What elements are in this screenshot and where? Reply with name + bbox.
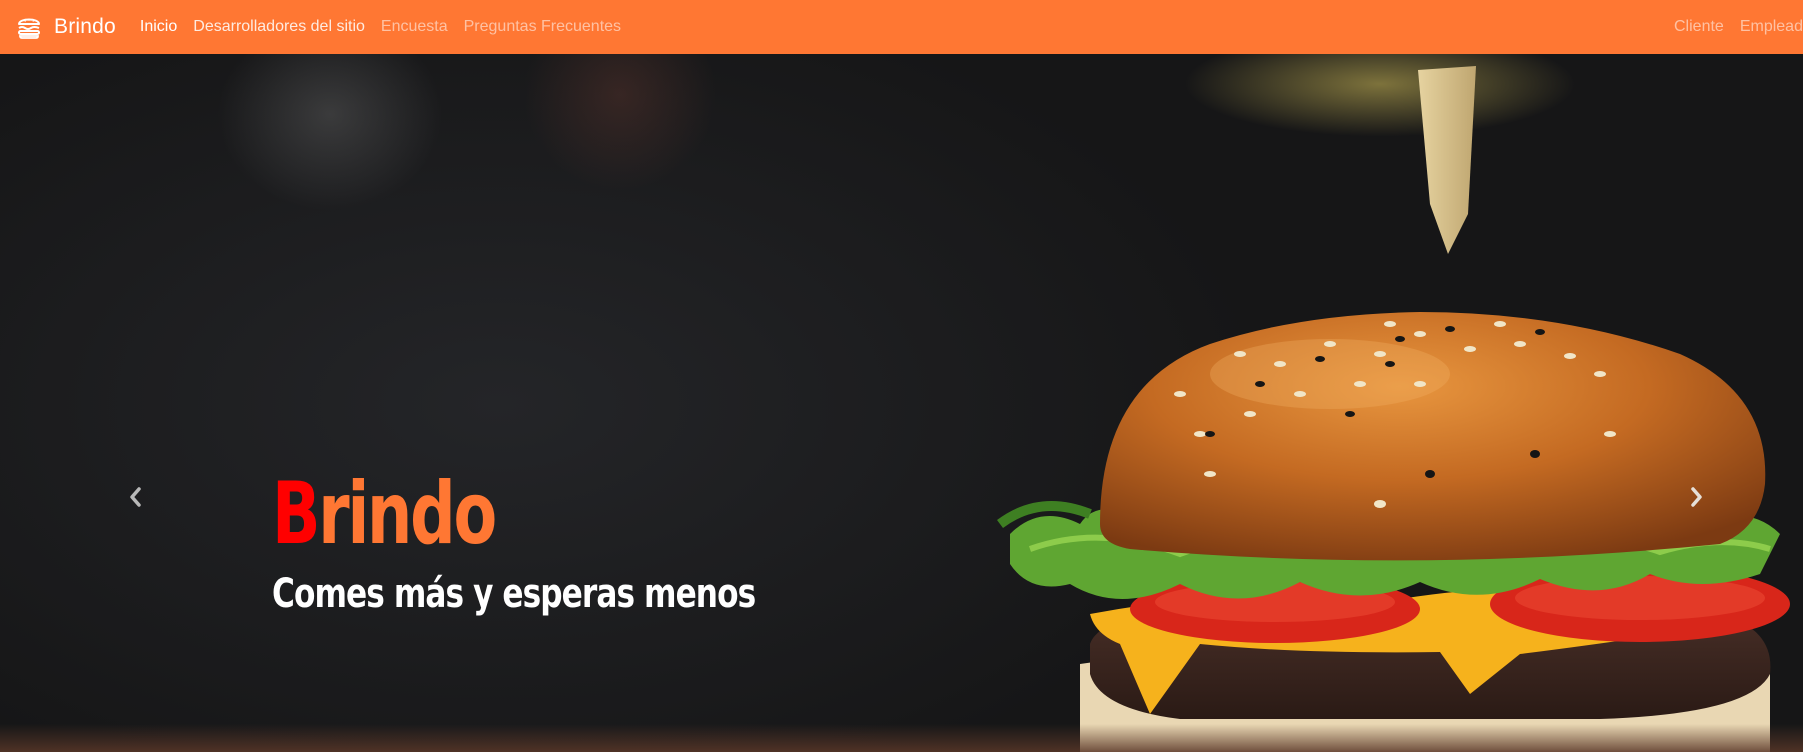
hamburger-icon bbox=[16, 14, 42, 40]
carousel-prev-button[interactable] bbox=[121, 484, 151, 514]
nav-link-empleado[interactable]: Empleado bbox=[1740, 18, 1803, 36]
chevron-right-icon bbox=[1688, 486, 1704, 512]
hero-floor bbox=[0, 724, 1803, 752]
nav-link-desarrolladores[interactable]: Desarrolladores del sitio bbox=[193, 18, 365, 36]
brand-name: Brindo bbox=[54, 15, 116, 38]
nav-links: Inicio Desarrolladores del sitio Encuest… bbox=[140, 18, 637, 36]
brand-link[interactable]: Brindo bbox=[16, 14, 116, 40]
burger-photo bbox=[997, 66, 1790, 752]
nav-right-links: Cliente Empleado bbox=[1674, 0, 1803, 54]
hero-title: Brindo bbox=[272, 462, 730, 566]
nav-link-inicio[interactable]: Inicio bbox=[140, 18, 177, 36]
hero-subtitle: Comes más y esperas menos bbox=[272, 571, 756, 617]
nav-link-encuesta[interactable]: Encuesta bbox=[381, 18, 448, 36]
nav-link-cliente[interactable]: Cliente bbox=[1674, 18, 1724, 36]
hero-title-rest: rindo bbox=[318, 464, 497, 564]
carousel-caption: Brindo Comes más y esperas menos bbox=[272, 462, 892, 620]
top-navbar: Brindo Inicio Desarrolladores del sitio … bbox=[0, 0, 1803, 54]
hero-title-first-letter: B bbox=[272, 464, 321, 564]
carousel-next-button[interactable] bbox=[1681, 484, 1711, 514]
nav-link-preguntas-frecuentes[interactable]: Preguntas Frecuentes bbox=[464, 18, 621, 36]
hero-carousel: Brindo Comes más y esperas menos bbox=[0, 54, 1803, 752]
chevron-left-icon bbox=[128, 486, 144, 512]
